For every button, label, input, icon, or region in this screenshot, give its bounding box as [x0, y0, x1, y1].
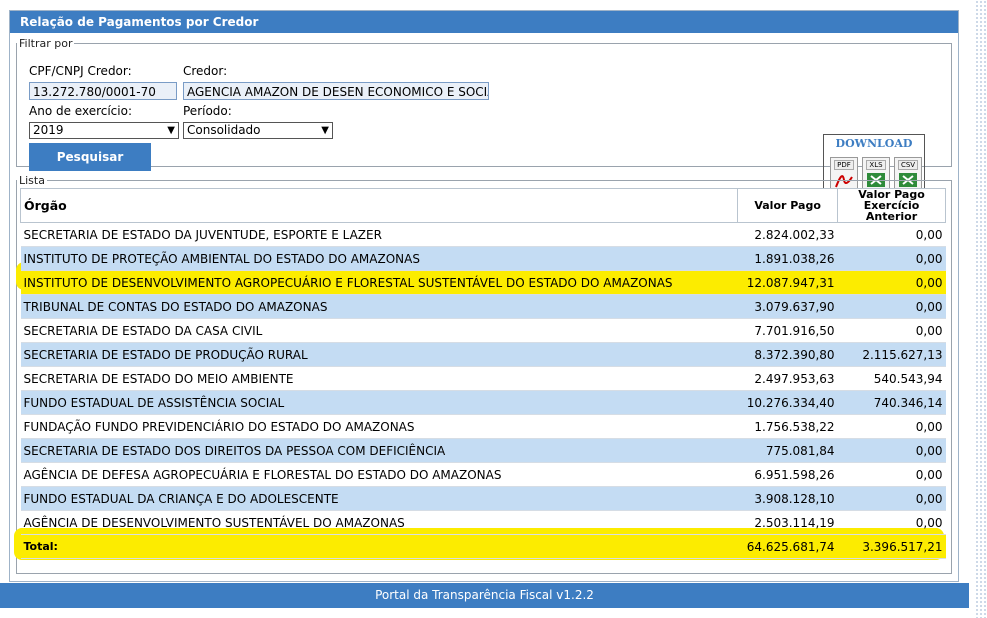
total-row: Total: 64.625.681,74 3.396.517,21: [20, 534, 946, 559]
ano-select[interactable]: 2019 ▼: [29, 122, 179, 139]
total-anterior: 3.396.517,21: [837, 534, 946, 559]
valor-pago-cell: 1.756.538,22: [737, 414, 838, 439]
valor-anterior-cell: 0,00: [837, 318, 946, 343]
pdf-label: PDF: [834, 160, 854, 170]
valor-anterior-cell: 0,00: [837, 270, 946, 295]
orgao-cell: SECRETARIA DE ESTADO DA JUVENTUDE, ESPOR…: [20, 222, 738, 247]
valor-anterior-cell: 0,00: [837, 462, 946, 487]
valor-pago-cell: 12.087.947,31: [737, 270, 838, 295]
total-label: Total:: [20, 534, 738, 559]
table-row: INSTITUTO DE PROTEÇÃO AMBIENTAL DO ESTAD…: [20, 246, 946, 271]
orgao-cell: SECRETARIA DE ESTADO DOS DIREITOS DA PES…: [20, 438, 738, 463]
filter-fieldset: Filtrar por CPF/CNPJ Credor: 13.272.780/…: [16, 37, 952, 197]
table-row: SECRETARIA DE ESTADO DE PRODUÇÃO RURAL 8.…: [20, 342, 946, 367]
valor-pago-cell: 1.891.038,26: [737, 246, 838, 271]
valor-anterior-cell: 0,00: [837, 486, 946, 511]
orgao-header[interactable]: Órgão: [19, 188, 739, 223]
cpf-label: CPF/CNPJ Credor:: [29, 64, 132, 78]
orgao-cell: SECRETARIA DE ESTADO DA CASA CIVIL: [20, 318, 738, 343]
orgao-cell: INSTITUTO DE DESENVOLVIMENTO AGROPECUÁRI…: [20, 270, 738, 295]
table-row: FUNDO ESTADUAL DA CRIANÇA E DO ADOLESCEN…: [20, 486, 946, 511]
valor-anterior-cell: 0,00: [837, 222, 946, 247]
table-row: AGÊNCIA DE DEFESA AGROPECUÁRIA E FLOREST…: [20, 462, 946, 487]
valor-pago-cell: 2.497.953,63: [737, 366, 838, 391]
table-row: SECRETARIA DE ESTADO DO MEIO AMBIENTE 2.4…: [20, 366, 946, 391]
orgao-cell: TRIBUNAL DE CONTAS DO ESTADO DO AMAZONAS: [20, 294, 738, 319]
orgao-cell: INSTITUTO DE PROTEÇÃO AMBIENTAL DO ESTAD…: [20, 246, 738, 271]
valor-anterior-cell: 0,00: [837, 438, 946, 463]
filter-legend: Filtrar por: [19, 37, 73, 50]
credor-label: Credor:: [183, 64, 228, 78]
payments-table: Órgão Valor Pago Valor Pago Exercício An…: [19, 188, 946, 559]
search-button[interactable]: Pesquisar: [29, 143, 151, 171]
table-row: FUNDAÇÃO FUNDO PREVIDENCIÁRIO DO ESTADO …: [20, 414, 946, 439]
orgao-cell: SECRETARIA DE ESTADO DE PRODUÇÃO RURAL: [20, 342, 738, 367]
table-row: SECRETARIA DE ESTADO DA JUVENTUDE, ESPOR…: [20, 222, 946, 247]
credor-input[interactable]: AGENCIA AMAZON DE DESEN ECONOMICO E SOCI…: [183, 82, 489, 100]
table-row: TRIBUNAL DE CONTAS DO ESTADO DO AMAZONAS…: [20, 294, 946, 319]
page-edge-pattern: [975, 0, 987, 618]
orgao-cell: SECRETARIA DE ESTADO DO MEIO AMBIENTE: [20, 366, 738, 391]
table-row: AGÊNCIA DE DESENVOLVIMENTO SUSTENTÁVEL D…: [20, 510, 946, 535]
ano-value: 2019: [33, 123, 64, 137]
download-title: DOWNLOAD: [835, 137, 913, 150]
orgao-cell: FUNDO ESTADUAL DA CRIANÇA E DO ADOLESCEN…: [20, 486, 738, 511]
table-row: SECRETARIA DE ESTADO DA CASA CIVIL 7.701.…: [20, 318, 946, 343]
valor-anterior-cell: 0,00: [837, 294, 946, 319]
valor-pago-cell: 3.908.128,10: [737, 486, 838, 511]
valor-pago-cell: 7.701.916,50: [737, 318, 838, 343]
xls-label: XLS: [866, 160, 886, 170]
chevron-down-icon: ▼: [167, 125, 175, 136]
chevron-down-icon: ▼: [321, 125, 329, 136]
valor-pago-cell: 6.951.598,26: [737, 462, 838, 487]
table-row: FUNDO ESTADUAL DE ASSISTÊNCIA SOCIAL 10.2…: [20, 390, 946, 415]
csv-label: CSV: [898, 160, 918, 170]
valor-anterior-cell: 0,00: [837, 510, 946, 535]
table-header-row: Órgão Valor Pago Valor Pago Exercício An…: [19, 188, 946, 223]
periodo-label: Período:: [183, 104, 232, 118]
orgao-cell: FUNDAÇÃO FUNDO PREVIDENCIÁRIO DO ESTADO …: [20, 414, 738, 439]
valor-anterior-cell: 0,00: [837, 246, 946, 271]
valor-anterior-cell: 540.543,94: [837, 366, 946, 391]
orgao-cell: FUNDO ESTADUAL DE ASSISTÊNCIA SOCIAL: [20, 390, 738, 415]
valor-anterior-cell: 740.346,14: [837, 390, 946, 415]
total-valor: 64.625.681,74: [737, 534, 838, 559]
table-row: SECRETARIA DE ESTADO DOS DIREITOS DA PES…: [20, 438, 946, 463]
lista-legend: Lista: [19, 174, 45, 187]
periodo-select[interactable]: Consolidado ▼: [183, 122, 333, 139]
valor-pago-cell: 8.372.390,80: [737, 342, 838, 367]
valor-anterior-header[interactable]: Valor Pago Exercício Anterior: [837, 188, 946, 223]
valor-anterior-cell: 0,00: [837, 414, 946, 439]
valor-pago-cell: 10.276.334,40: [737, 390, 838, 415]
orgao-cell: AGÊNCIA DE DESENVOLVIMENTO SUSTENTÁVEL D…: [20, 510, 738, 535]
periodo-value: Consolidado: [187, 123, 261, 137]
valor-anterior-cell: 2.115.627,13: [837, 342, 946, 367]
valor-pago-cell: 2.503.114,19: [737, 510, 838, 535]
valor-pago-cell: 775.081,84: [737, 438, 838, 463]
ano-label: Ano de exercício:: [29, 104, 132, 118]
table-row: INSTITUTO DE DESENVOLVIMENTO AGROPECUÁRI…: [20, 270, 946, 295]
valor-anterior-header-line2: Exercício Anterior: [863, 199, 920, 223]
panel-title: Relação de Pagamentos por Credor: [10, 11, 958, 33]
footer: Portal da Transparência Fiscal v1.2.2: [0, 583, 969, 608]
orgao-cell: AGÊNCIA DE DEFESA AGROPECUÁRIA E FLOREST…: [20, 462, 738, 487]
valor-pago-header[interactable]: Valor Pago: [737, 188, 839, 223]
valor-pago-cell: 2.824.002,33: [737, 222, 838, 247]
valor-pago-cell: 3.079.637,90: [737, 294, 838, 319]
cpf-input[interactable]: 13.272.780/0001-70: [29, 82, 177, 100]
